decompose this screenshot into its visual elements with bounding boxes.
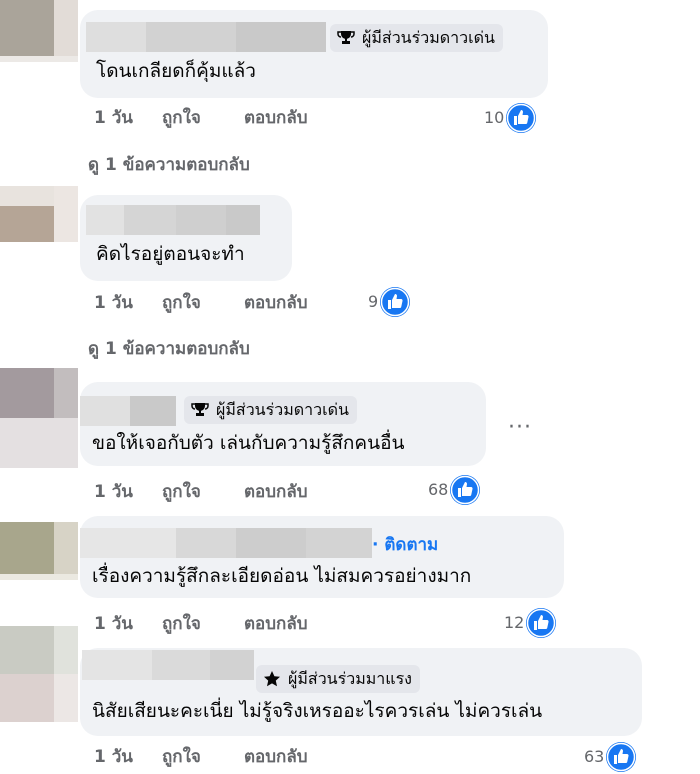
thumbs-up-icon — [450, 475, 481, 505]
comment-text: ขอให้เจอกับตัว เล่นกับความรู้สึกคนอื่น — [92, 432, 405, 454]
reply-button[interactable]: ตอบกลับ — [244, 612, 308, 636]
comment-text: โดนเกลียดก็คุ้มแล้ว — [96, 60, 256, 82]
badge-label: ผู้มีส่วนร่วมมาแรง — [288, 668, 412, 688]
like-count[interactable]: 68 — [428, 475, 481, 505]
reply-button[interactable]: ตอบกลับ — [244, 745, 308, 769]
comment-time[interactable]: 1 วัน — [94, 106, 133, 130]
trophy-icon — [336, 28, 356, 48]
avatar[interactable] — [0, 186, 78, 248]
star-icon — [262, 669, 282, 689]
avatar[interactable] — [0, 626, 78, 722]
like-count[interactable]: 10 — [484, 103, 537, 133]
like-button[interactable]: ถูกใจ — [162, 291, 201, 315]
top-fan-badge[interactable]: ผู้มีส่วนร่วมดาวเด่น — [330, 24, 503, 52]
trophy-icon — [190, 400, 210, 420]
comment-time[interactable]: 1 วัน — [94, 480, 133, 504]
view-replies-link[interactable]: ดู 1 ข้อความตอบกลับ — [88, 337, 250, 361]
like-count[interactable]: 12 — [504, 608, 557, 638]
view-replies-link[interactable]: ดู 1 ข้อความตอบกลับ — [88, 153, 250, 177]
comment-text: คิดไรอยู่ตอนจะทำ — [96, 243, 245, 265]
comment-time[interactable]: 1 วัน — [94, 745, 133, 769]
rising-fan-badge[interactable]: ผู้มีส่วนร่วมมาแรง — [256, 665, 420, 693]
like-count[interactable]: 63 — [584, 742, 637, 772]
like-count[interactable]: 9 — [368, 287, 411, 317]
comment-time[interactable]: 1 วัน — [94, 291, 133, 315]
like-button[interactable]: ถูกใจ — [162, 106, 201, 130]
follow-button[interactable]: · ติดตาม — [372, 532, 438, 558]
more-options-icon[interactable]: ··· — [508, 417, 532, 439]
comment-time[interactable]: 1 วัน — [94, 612, 133, 636]
avatar[interactable] — [0, 368, 78, 468]
avatar[interactable] — [0, 522, 78, 580]
like-button[interactable]: ถูกใจ — [162, 480, 201, 504]
thumbs-up-icon — [380, 287, 411, 317]
comment-text: เรื่องความรู้สึกละเอียดอ่อน ไม่สมควรอย่า… — [92, 565, 472, 587]
top-fan-badge[interactable]: ผู้มีส่วนร่วมดาวเด่น — [184, 396, 357, 424]
badge-label: ผู้มีส่วนร่วมดาวเด่น — [216, 399, 349, 419]
avatar[interactable] — [0, 0, 78, 62]
thumbs-up-icon — [526, 608, 557, 638]
reply-button[interactable]: ตอบกลับ — [244, 106, 308, 130]
reply-button[interactable]: ตอบกลับ — [244, 291, 308, 315]
thumbs-up-icon — [506, 103, 537, 133]
reply-button[interactable]: ตอบกลับ — [244, 480, 308, 504]
like-button[interactable]: ถูกใจ — [162, 745, 201, 769]
comment-text: นิสัยเสียนะคะเนี่ย ไม่รู้จริงเหรออะไรควร… — [92, 700, 543, 722]
thumbs-up-icon — [606, 742, 637, 772]
like-button[interactable]: ถูกใจ — [162, 612, 201, 636]
badge-label: ผู้มีส่วนร่วมดาวเด่น — [362, 27, 495, 47]
